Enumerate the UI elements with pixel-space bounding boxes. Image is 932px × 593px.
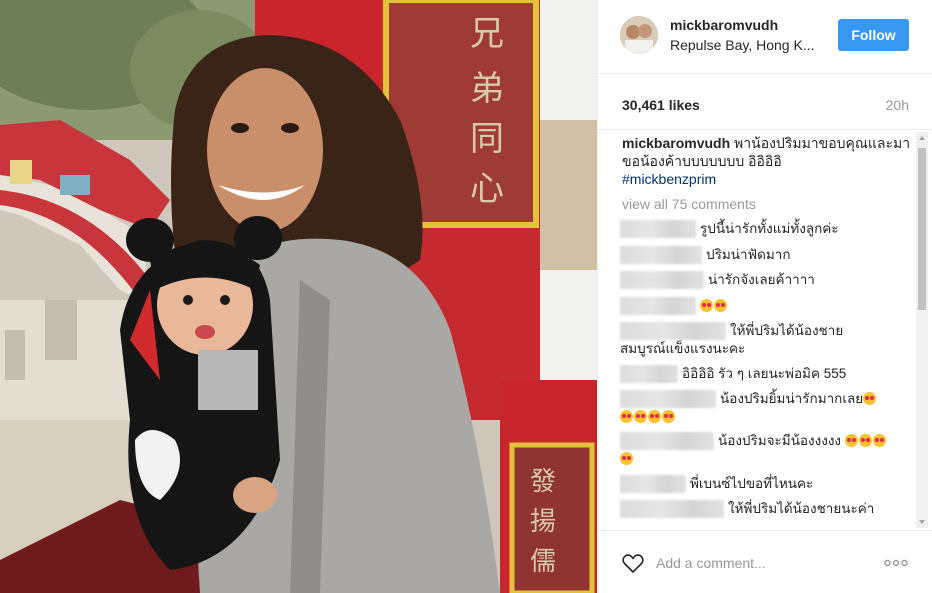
heart-eyes-emoji-icon [648, 410, 661, 423]
comment-item: น่ารักจังเลยค้าาาา [620, 271, 910, 289]
add-comment-input[interactable] [656, 553, 866, 573]
comment-text: ปริมน่าฟัดมาก [706, 247, 791, 262]
comment-text: น้องปริมยิ้มน่ารักมากเลย [720, 391, 864, 406]
comment-text: ให้พี่ปริมได้น้องชายนะค่า [728, 501, 875, 516]
comment-item: ปริมน่าฟัดมาก [620, 246, 910, 264]
svg-text:弟: 弟 [470, 69, 504, 109]
comment-item: ให้พี่ปริมได้น้องชาย สมบูรณ์แข็งแรงนะคะ [620, 322, 910, 358]
kiss-emoji-icon [844, 434, 858, 447]
heart-eyes-emoji-icon [863, 392, 877, 405]
comment-item [620, 297, 910, 315]
scroll-up-arrow-icon [919, 136, 925, 140]
svg-text:儒: 儒 [530, 547, 556, 577]
kiss-emoji-icon [858, 434, 872, 447]
heart-outline-icon[interactable] [621, 551, 645, 575]
more-horizontal-icon[interactable] [884, 553, 908, 573]
caption-username[interactable]: mickbaromvudh [622, 135, 730, 151]
comment-text: อิอิอิอิ รัว ๆ เลยนะพ่อมิค 555 [682, 366, 847, 381]
follow-button[interactable]: Follow [838, 19, 909, 51]
post-image: 兄 弟 同 心 發 揚 儒 [0, 0, 597, 593]
comment-item: พี่เบนซ์ไปขอที่ไหนคะ [620, 475, 910, 493]
comment-item: น้องปริมยิ้มน่ารักมากเลย [620, 390, 910, 426]
scrollbar-thumb[interactable] [918, 148, 926, 310]
svg-text:揚: 揚 [530, 507, 556, 537]
scroll-down-arrow-icon [919, 520, 925, 524]
likes-count[interactable]: 30,461 likes [622, 97, 700, 113]
heart-eyes-emoji-icon [714, 299, 727, 312]
comments-list[interactable]: mickbaromvudh พาน้องปริมมาขอบคุณและมาขอน… [598, 130, 932, 528]
blurred-username [620, 390, 716, 408]
blurred-username [620, 365, 678, 383]
comment-item: อิอิอิอิ รัว ๆ เลยนะพ่อมิค 555 [620, 365, 910, 383]
post-stats: 30,461 likes 20h [598, 74, 932, 130]
post-username[interactable]: mickbaromvudh [670, 17, 778, 33]
view-all-comments-link[interactable]: view all 75 comments [622, 196, 756, 212]
svg-text:兄: 兄 [470, 14, 504, 54]
blurred-username [620, 271, 704, 289]
comment-text: ให้พี่ปริมได้น้องชาย [730, 323, 844, 338]
blurred-username [620, 297, 696, 315]
heart-eyes-emoji-icon [662, 410, 675, 423]
svg-text:發: 發 [530, 467, 556, 497]
comment-item: รูปนี้น่ารักทั้งแม่ทั้งลูกค่ะ [620, 220, 910, 238]
avatar[interactable] [620, 16, 658, 54]
kiss-emoji-icon [872, 434, 886, 447]
comment-text: น่ารักจังเลยค้าาาา [708, 272, 815, 287]
comment-text: รูปนี้น่ารักทั้งแม่ทั้งลูกค่ะ [700, 221, 839, 236]
svg-text:同: 同 [470, 119, 504, 159]
comment-item: น้องปริมจะมีน้องงงงง [620, 432, 910, 468]
post-timestamp[interactable]: 20h [886, 97, 909, 113]
post-header: mickbaromvudh Repulse Bay, Hong K... Fol… [598, 0, 932, 74]
blurred-username [620, 220, 696, 238]
post-location[interactable]: Repulse Bay, Hong K... [670, 37, 822, 53]
blurred-username [620, 500, 724, 518]
caption-hashtag[interactable]: #mickbenzprim [622, 171, 716, 187]
blurred-username [620, 322, 726, 340]
post-footer [598, 530, 932, 593]
comment-text: น้องปริมจะมีน้องงงงง [718, 433, 842, 448]
heart-eyes-emoji-icon [634, 410, 647, 423]
kiss-emoji-icon [620, 452, 633, 465]
blurred-username [620, 475, 686, 493]
svg-text:心: 心 [470, 169, 504, 209]
heart-eyes-emoji-icon [620, 410, 633, 423]
blurred-username [620, 246, 702, 264]
post-photo[interactable]: 兄 弟 同 心 發 揚 儒 [0, 0, 597, 593]
comment-text-line2: สมบูรณ์แข็งแรงนะคะ [620, 341, 746, 356]
comment-item: ให้พี่ปริมได้น้องชายนะค่า [620, 500, 910, 518]
heart-eyes-emoji-icon [700, 299, 713, 312]
post-side-panel: mickbaromvudh Repulse Bay, Hong K... Fol… [597, 0, 932, 593]
post-caption: mickbaromvudh พาน้องปริมมาขอบคุณและมาขอน… [622, 134, 912, 188]
blurred-username [620, 432, 714, 450]
comment-text: พี่เบนซ์ไปขอที่ไหนคะ [690, 476, 814, 491]
avatar-image [620, 16, 658, 54]
